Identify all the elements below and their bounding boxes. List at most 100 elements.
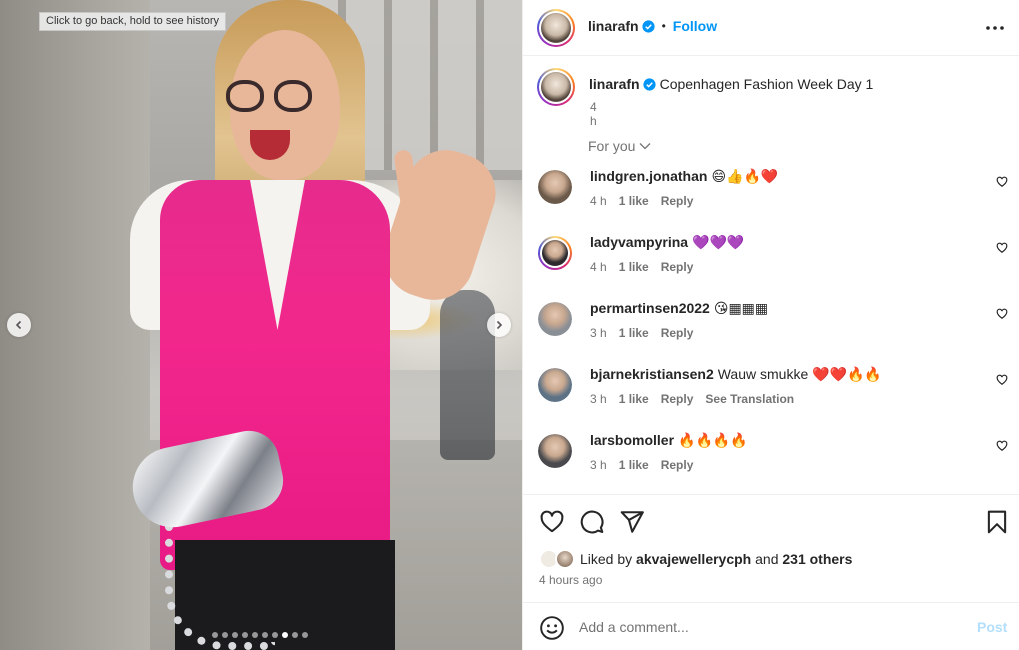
carousel-dot — [272, 632, 278, 638]
emoji-smiley-icon[interactable] — [539, 615, 565, 641]
comment-text-row: larsbomoller 🔥🔥🔥🔥 — [590, 432, 748, 449]
chevron-left-icon — [15, 320, 22, 330]
comment-text-row: bjarnekristiansen2 Wauw smukke ❤️❤️🔥🔥 — [590, 366, 882, 383]
comment-likes-count[interactable]: 1 like — [619, 458, 649, 472]
comment-likes-count[interactable]: 1 like — [619, 392, 649, 406]
comment-likes-count[interactable]: 1 like — [619, 326, 649, 340]
comment-timestamp: 4 h — [590, 194, 607, 208]
post-actions: Liked by akvajewellerycph and 231 others… — [523, 494, 1019, 602]
liked-by-middle: and — [755, 551, 779, 567]
header-user-row: linarafn • Follow — [588, 18, 717, 34]
liked-by-row: Liked by akvajewellerycph and 231 others — [539, 549, 852, 569]
commenter-username[interactable]: bjarnekristiansen2 — [590, 366, 714, 382]
comment-text: 😄👍🔥❤️ — [711, 168, 779, 184]
carousel-dot — [302, 632, 308, 638]
comment-text: 😘▦▦▦ — [713, 300, 769, 316]
carousel-dot — [252, 632, 258, 638]
verified-badge-icon — [641, 19, 655, 33]
carousel-next-button[interactable] — [487, 313, 511, 337]
chevron-down-icon — [640, 143, 651, 150]
post-photo[interactable]: Click to go back, hold to see history — [0, 0, 522, 650]
commenter-avatar[interactable] — [538, 368, 572, 402]
author-username[interactable]: linarafn — [588, 18, 639, 34]
photo-subject — [120, 0, 506, 650]
liked-by-prefix: Liked by — [580, 551, 633, 567]
caption-text-row: linarafn Copenhagen Fashion Week Day 1 — [589, 76, 1009, 92]
comment-timestamp: 4 h — [590, 260, 607, 274]
comment-reply-button[interactable]: Reply — [661, 326, 694, 340]
commenter-username[interactable]: ladyvampyrina — [590, 234, 688, 250]
comment-text: 🔥🔥🔥🔥 — [678, 432, 748, 448]
more-options-icon[interactable] — [985, 18, 1005, 38]
comment-like-heart-icon[interactable] — [996, 440, 1008, 452]
chevron-right-icon — [496, 320, 503, 330]
author-avatar[interactable] — [537, 9, 575, 47]
like-heart-icon[interactable] — [539, 509, 565, 535]
add-comment-bar: Post — [523, 602, 1019, 650]
verified-badge-icon — [642, 78, 656, 91]
comment-meta: 3 h 1 like Reply See Translation — [590, 392, 794, 406]
commenter-username[interactable]: larsbomoller — [590, 432, 674, 448]
commenter-avatar[interactable] — [538, 434, 572, 468]
comment-text: Wauw smukke ❤️❤️🔥🔥 — [717, 366, 882, 382]
comment-reply-button[interactable]: Reply — [661, 458, 694, 472]
share-paper-plane-icon[interactable] — [619, 509, 645, 535]
caption-timestamp: 4 h — [590, 100, 597, 128]
carousel-dot — [212, 632, 218, 638]
comment-item: bjarnekristiansen2 Wauw smukke ❤️❤️🔥🔥 3 h 1… — [538, 366, 1008, 422]
comment-timestamp: 3 h — [590, 392, 607, 406]
liked-by-avatars[interactable] — [539, 549, 577, 569]
commenter-username[interactable]: lindgren.jonathan — [590, 168, 707, 184]
caption-username[interactable]: linarafn — [589, 76, 640, 92]
carousel-dot — [222, 632, 228, 638]
post-comment-button[interactable]: Post — [977, 619, 1007, 635]
liked-by-others[interactable]: 231 others — [782, 551, 852, 567]
comment-meta: 3 h 1 like Reply — [590, 458, 693, 472]
comment-item: larsbomoller 🔥🔥🔥🔥 3 h 1 like Reply — [538, 432, 1008, 488]
comment-reply-button[interactable]: Reply — [661, 194, 694, 208]
comment-text: 💜💜💜 — [692, 234, 745, 250]
comment-like-heart-icon[interactable] — [996, 242, 1008, 254]
comment-item: ladyvampyrina 💜💜💜 4 h 1 like Reply — [538, 234, 1008, 290]
caption-avatar[interactable] — [537, 68, 575, 106]
post-header: linarafn • Follow — [523, 0, 1019, 56]
carousel-dot — [242, 632, 248, 638]
follow-button[interactable]: Follow — [673, 18, 717, 34]
comment-timestamp: 3 h — [590, 458, 607, 472]
add-comment-input[interactable] — [579, 616, 959, 638]
comment-likes-count[interactable]: 1 like — [619, 194, 649, 208]
comment-meta: 4 h 1 like Reply — [590, 260, 693, 274]
photo-subject-bag-chain — [165, 510, 275, 650]
comment-likes-count[interactable]: 1 like — [619, 260, 649, 274]
comment-item: lindgren.jonathan 😄👍🔥❤️ 4 h 1 like Reply — [538, 168, 1008, 224]
comment-text-row: lindgren.jonathan 😄👍🔥❤️ — [590, 168, 778, 185]
comment-timestamp: 3 h — [590, 326, 607, 340]
carousel-dot — [262, 632, 268, 638]
comment-text-row: permartinsen2022 😘▦▦▦ — [590, 300, 768, 317]
comment-meta: 3 h 1 like Reply — [590, 326, 693, 340]
carousel-prev-button[interactable] — [7, 313, 31, 337]
post-details-panel: linarafn • Follow linarafn Copenhagen Fas… — [522, 0, 1019, 650]
comment-like-heart-icon[interactable] — [996, 308, 1008, 320]
comment-meta: 4 h 1 like Reply — [590, 194, 693, 208]
see-translation-button[interactable]: See Translation — [705, 392, 794, 406]
comment-item: permartinsen2022 😘▦▦▦ 3 h 1 like Reply — [538, 300, 1008, 356]
caption-text: Copenhagen Fashion Week Day 1 — [659, 76, 874, 92]
liked-by-user[interactable]: akvajewellerycph — [636, 551, 751, 567]
comment-reply-button[interactable]: Reply — [661, 392, 694, 406]
commenter-avatar[interactable] — [538, 302, 572, 336]
photo-subject-glasses — [226, 80, 316, 114]
comment-reply-button[interactable]: Reply — [661, 260, 694, 274]
comment-like-heart-icon[interactable] — [996, 374, 1008, 386]
header-separator: • — [661, 19, 666, 33]
save-bookmark-icon[interactable] — [984, 509, 1010, 535]
commenter-username[interactable]: permartinsen2022 — [590, 300, 710, 316]
comment-sort-dropdown[interactable]: For you — [588, 138, 651, 154]
commenter-avatar[interactable] — [538, 236, 572, 270]
comment-text-row: ladyvampyrina 💜💜💜 — [590, 234, 744, 251]
comment-bubble-icon[interactable] — [579, 509, 605, 535]
back-tooltip: Click to go back, hold to see history — [39, 12, 227, 31]
carousel-indicator — [212, 632, 308, 638]
comment-like-heart-icon[interactable] — [996, 176, 1008, 188]
commenter-avatar[interactable] — [538, 170, 572, 204]
